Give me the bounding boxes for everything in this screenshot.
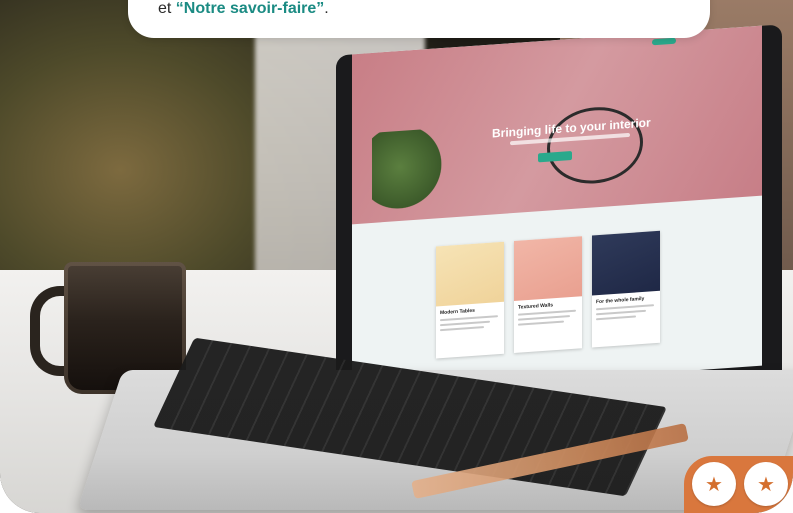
star-icon: ★: [757, 472, 775, 496]
notre-savoir-faire-link[interactable]: “Notre savoir-faire”: [176, 0, 325, 17]
card-image: [514, 236, 582, 302]
top-card-suffix: .: [324, 0, 329, 17]
website-hero: Bringing life to your interior: [352, 25, 762, 225]
star-icon: ★: [705, 472, 723, 496]
card-line: [596, 309, 646, 316]
star-badge-button[interactable]: ★: [692, 462, 736, 506]
top-card-text: et “Notre savoir-faire”.: [158, 0, 329, 18]
top-card: et “Notre savoir-faire”.: [128, 0, 710, 38]
card-title: For the whole family: [596, 295, 645, 306]
card-image: [436, 241, 504, 307]
card-line: [440, 326, 484, 332]
website-cta-pill: [652, 37, 676, 46]
website-card-3: For the whole family: [592, 230, 660, 348]
plant-illustration: [372, 128, 442, 223]
laptop-website: Bringing life to your interior Modern Ta…: [352, 25, 762, 395]
page-frame: Bringing life to your interior Modern Ta…: [0, 0, 793, 513]
star-badge-button[interactable]: ★: [744, 462, 788, 506]
website-card-1: Modern Tables: [436, 241, 504, 359]
card-image: [592, 230, 660, 296]
top-card-prefix: et: [158, 0, 176, 17]
card-line: [518, 320, 564, 326]
card-line: [596, 315, 636, 321]
badge-group: ★ ★: [684, 456, 793, 513]
card-title: Textured Walls: [518, 302, 554, 311]
website-card-2: Textured Walls: [514, 236, 582, 354]
card-title: Modern Tables: [440, 307, 475, 317]
website-cards: Modern Tables Textured Walls For the who…: [436, 230, 662, 367]
